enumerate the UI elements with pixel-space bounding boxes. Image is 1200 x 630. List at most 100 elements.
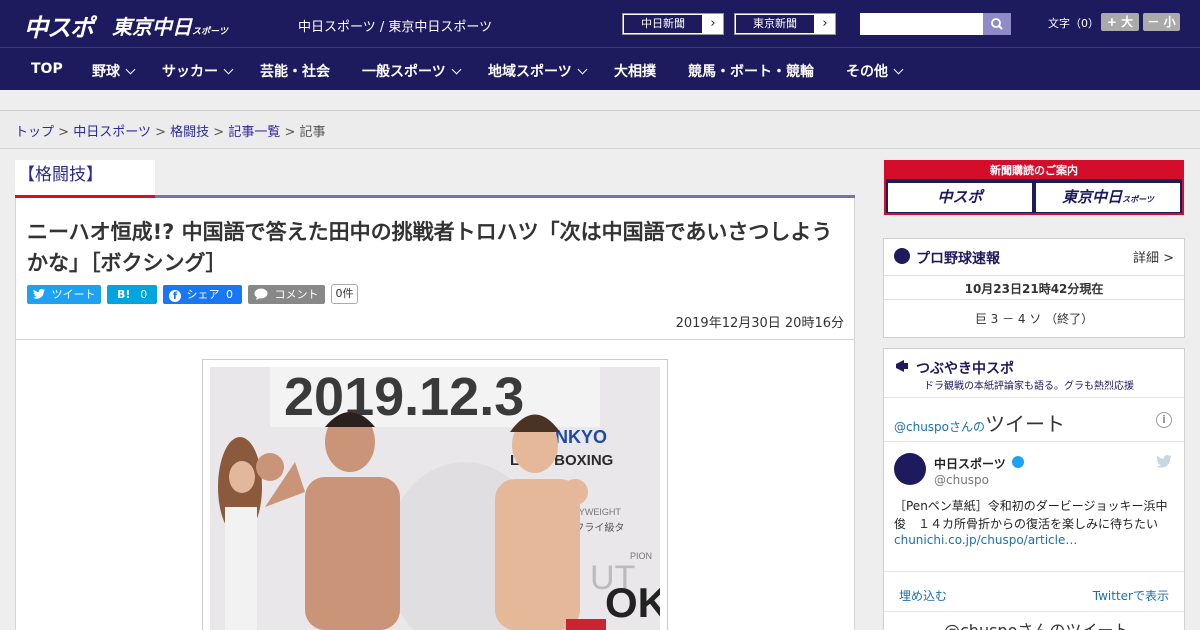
chuspo-logo[interactable]: 中スポ [24,8,94,43]
divider [884,299,1184,300]
account-name[interactable]: 中日スポーツ [934,455,1006,472]
nav-label: 地域スポーツ [488,64,572,80]
divider [884,397,1184,398]
account-handle[interactable]: @chuspo [934,473,989,487]
baseball-timestamp: 10月23日21時42分現在 [964,282,1104,296]
breadcrumb-link-article-list[interactable]: 記事一覧 [228,125,280,140]
breadcrumb-sep: > [284,125,296,140]
tweets-subtitle: ドラ観戦の本紙評論家も語る。グラも熱烈応援 [924,381,1134,392]
nav-label: TOP [31,61,63,77]
breadcrumb-sep: > [213,125,225,140]
nav-label: 大相撲 [614,64,656,80]
hatena-icon: B! [117,288,131,301]
sponsor-text: NKYO [555,427,607,447]
comment-label: コメント [274,288,319,301]
nav-label: 一般スポーツ [362,64,446,80]
tokyo-logo-small: スポーツ [192,27,228,37]
chuspo-ad-logo: 中スポ [888,183,1032,212]
category-tab: 【格闘技】 [15,160,155,198]
font-size-label: 文字（0） [1048,17,1099,30]
top-header: 中スポ 東京中日スポーツ 中日スポーツ / 東京中日スポーツ 中日新聞 › 東京… [0,0,1200,47]
nav-general-sports[interactable]: 一般スポーツ [362,61,462,81]
boxers-weigh-in-image: 2019.12.3 NKYO LI ME BOXING R FLYWEIGHT … [210,367,660,630]
comment-button[interactable]: コメント [248,285,325,304]
embed-link[interactable]: 埋め込む [899,587,947,604]
hatena-bookmark-button[interactable]: B! 0 [107,285,157,304]
breadcrumb-sep: > [155,125,166,140]
facebook-count: 0 [226,288,233,301]
chunichi-shimbun-button[interactable]: 中日新聞 › [622,13,724,35]
tokyo-ad-logo: 東京中日スポーツ [1036,183,1180,212]
baseball-score[interactable]: 巨 3 － 4 ソ （終了） [884,310,1184,327]
nav-entertainment[interactable]: 芸能・社会 [260,61,330,81]
twitter-bird-icon[interactable] [1156,455,1172,468]
chevron-down-icon [451,64,462,75]
search-input[interactable] [860,13,983,35]
breadcrumb-link-chunichi-sports[interactable]: 中日スポーツ [73,125,151,140]
tweet-text: ［Penペン草紙］令和初のダービージョッキー浜中俊 １４カ所骨折からの復活を楽し… [894,499,1168,531]
breadcrumb: トップ > 中日スポーツ > 格闘技 > 記事一覧 > 記事 [15,121,326,140]
nav-label: 芸能・社会 [260,64,330,80]
timeline-handle[interactable]: @chuspoさんの [894,420,985,434]
chevron-right-icon: › [710,16,716,31]
tweets-panel: つぶやき中スポ ドラ観戦の本紙評論家も語る。グラも熱烈応援 @chuspoさんの… [883,348,1185,630]
category-label: 【格闘技】 [18,165,103,185]
chevron-down-icon [125,64,136,75]
hatena-count: 0 [140,288,148,301]
divider [884,275,1184,276]
tokyo-shimbun-button[interactable]: 東京新聞 › [734,13,836,35]
subscription-title: 新聞購読のご案内 [886,162,1182,179]
nav-label: 野球 [92,64,120,80]
breadcrumb-sep: > [58,125,70,140]
search-button[interactable] [983,13,1011,35]
nav-baseball[interactable]: 野球 [92,61,136,81]
article-title: ニーハオ恒成!? 中国語で答えた田中の挑戦者トロハツ「次は中国語であいさつしよう… [27,220,833,275]
search-icon [991,18,1003,30]
divider [884,611,1184,612]
comment-count: 0件 [331,284,358,304]
facebook-share-button[interactable]: f シェア 0 [163,285,242,304]
chevron-down-icon [893,64,904,75]
article-photo[interactable]: 2019.12.3 NKYO LI ME BOXING R FLYWEIGHT … [210,367,660,630]
chevron-right-icon: › [822,16,828,31]
tweets-title: つぶやき中スポ [916,361,1014,377]
breadcrumb-current: 記事 [299,125,326,140]
tokyo-chunichi-logo[interactable]: 東京中日スポーツ [112,11,228,40]
subscription-banner[interactable]: 新聞購読のご案内 中スポ 東京中日スポーツ [884,160,1184,215]
baseball-panel: プロ野球速報 詳細 > 10月23日21時42分現在 巨 3 － 4 ソ （終了… [883,238,1185,338]
view-on-twitter-link[interactable]: Twitterで表示 [1093,587,1169,604]
divider [15,339,855,340]
baseball-title: プロ野球速報 [916,251,1000,267]
breadcrumb-link-combat-sports[interactable]: 格闘技 [170,125,209,140]
tokyo-logo-text: 東京中日 [112,15,192,39]
font-larger-button[interactable]: + 大 [1101,13,1139,31]
tweet-button[interactable]: ツイート [27,285,101,304]
nav-label: その他 [846,64,888,80]
tweet-link[interactable]: chunichi.co.jp/chuspo/article… [894,533,1077,547]
nav-local-sports[interactable]: 地域スポーツ [488,61,588,81]
nav-racing[interactable]: 競馬・ボート・競輪 [688,61,814,81]
nav-top[interactable]: TOP [31,61,63,77]
info-icon[interactable]: i [1156,412,1172,428]
timeline-footer[interactable]: @chuspoさんのツイート [944,617,1129,630]
tokyo-ad-logo-text: 東京中日 [1062,188,1123,206]
baseball-icon [894,248,910,264]
font-smaller-button[interactable]: － 小 [1143,13,1180,31]
baseball-detail-link[interactable]: 詳細 > [1133,247,1174,266]
twitter-bird-icon [33,288,45,299]
nav-label: 競馬・ボート・競輪 [688,64,814,80]
tokyo-ad-logo-small: スポーツ [1122,195,1154,204]
breadcrumb-link-top[interactable]: トップ [15,125,54,140]
speech-bubble-icon [254,288,268,300]
tokyo-shimbun-label: 東京新聞 [735,14,815,34]
verified-badge-icon [1012,456,1024,468]
nav-other[interactable]: その他 [846,61,904,81]
tweet-label: ツイート [51,288,96,301]
chevron-down-icon [223,64,234,75]
avatar[interactable] [894,453,926,485]
nav-sumo[interactable]: 大相撲 [614,61,656,81]
megaphone-icon [896,360,908,372]
facebook-icon: f [169,290,181,302]
nav-label: サッカー [162,64,218,80]
nav-soccer[interactable]: サッカー [162,61,234,81]
